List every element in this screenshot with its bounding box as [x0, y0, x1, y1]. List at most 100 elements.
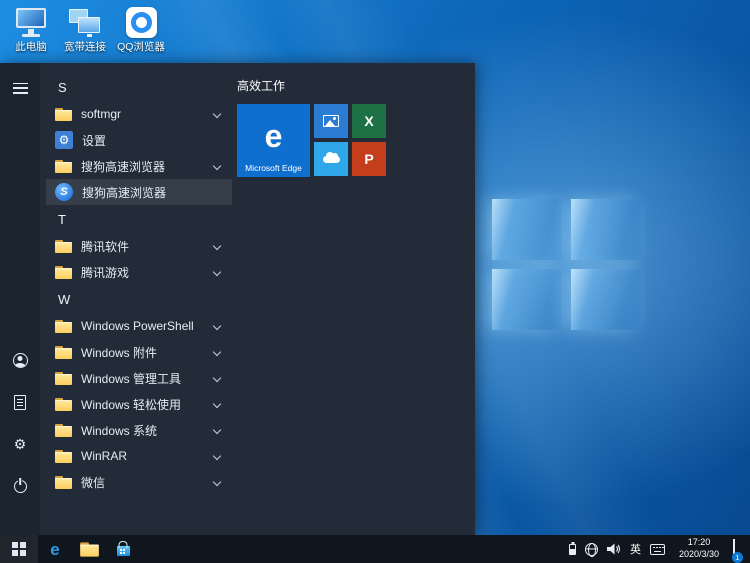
power-button[interactable]	[0, 475, 40, 497]
taskbar-edge-button[interactable]: e	[38, 535, 72, 563]
chevron-down-icon[interactable]	[213, 162, 221, 170]
desktop-icon-label: 宽带连接	[64, 41, 106, 53]
chevron-down-icon[interactable]	[213, 452, 221, 460]
app-row-windows-ease-of-access[interactable]: Windows 轻松使用	[46, 391, 232, 417]
app-row-windows-admin-tools[interactable]: Windows 管理工具	[46, 365, 232, 391]
windows-flag-icon	[12, 542, 26, 556]
app-section-header-t[interactable]: T	[46, 205, 232, 233]
powerpoint-p-icon: P	[364, 151, 373, 167]
sogou-browser-icon: S	[55, 183, 73, 201]
action-center-button[interactable]: 1	[733, 540, 735, 558]
app-row-windows-powershell[interactable]: Windows PowerShell	[46, 313, 232, 339]
battery-tray-button[interactable]	[569, 544, 576, 555]
tile-photos[interactable]	[314, 104, 348, 138]
settings-button[interactable]: ⚙	[0, 433, 40, 455]
network-globe-icon	[585, 543, 598, 556]
broadband-icon	[68, 9, 102, 38]
chevron-down-icon[interactable]	[213, 268, 221, 276]
tile-excel[interactable]: X	[352, 104, 386, 138]
network-tray-button[interactable]	[585, 543, 598, 556]
folder-icon	[55, 346, 72, 359]
edge-icon: e	[50, 541, 59, 558]
user-account-button[interactable]	[0, 349, 40, 371]
battery-icon	[569, 544, 576, 555]
chevron-down-icon[interactable]	[213, 400, 221, 408]
edge-logo-icon: e	[265, 120, 283, 152]
expand-menu-button[interactable]	[0, 77, 40, 99]
tile-onedrive[interactable]	[314, 142, 348, 176]
document-icon	[14, 395, 26, 410]
windows-logo-pane	[492, 269, 562, 330]
app-row-windows-accessories[interactable]: Windows 附件	[46, 339, 232, 365]
taskbar-store-button[interactable]	[106, 535, 140, 563]
notification-badge: 1	[732, 552, 743, 563]
desktop-icon-this-pc[interactable]: 此电脑	[4, 6, 58, 53]
folder-icon	[55, 450, 72, 463]
app-row-tencent-games[interactable]: 腾讯游戏	[46, 259, 232, 285]
folder-icon	[55, 108, 72, 121]
chevron-down-icon[interactable]	[213, 478, 221, 486]
date-text: 2020/3/30	[674, 549, 724, 561]
tile-microsoft-edge[interactable]: e Microsoft Edge	[237, 104, 310, 177]
gear-icon: ⚙	[14, 437, 27, 451]
chevron-down-icon[interactable]	[213, 374, 221, 382]
folder-icon	[55, 424, 72, 437]
app-row-winrar[interactable]: WinRAR	[46, 443, 232, 469]
folder-icon	[55, 266, 72, 279]
chevron-down-icon[interactable]	[213, 348, 221, 356]
desktop-icon-label: 此电脑	[15, 41, 47, 53]
taskbar: e 英 17:20 2020/3/30 1	[0, 535, 750, 563]
system-tray: 英 17:20 2020/3/30 1	[569, 535, 750, 563]
desktop-icon-broadband[interactable]: 宽带连接	[58, 6, 112, 53]
photo-icon	[323, 115, 339, 127]
folder-icon	[55, 476, 72, 489]
microsoft-store-icon	[117, 546, 130, 556]
desktop-icon-label: QQ浏览器	[117, 41, 165, 53]
speaker-icon	[607, 543, 621, 555]
touch-keyboard-button[interactable]	[650, 544, 665, 555]
tile-panel: 高效工作 e Microsoft Edge X P	[232, 63, 475, 535]
documents-button[interactable]	[0, 391, 40, 413]
app-row-tencent-software[interactable]: 腾讯软件	[46, 233, 232, 259]
file-explorer-icon	[80, 542, 99, 556]
folder-icon	[55, 398, 72, 411]
start-menu: ⚙ S softmgr ⚙ 设置 搜狗高速浏览器 S 搜狗高速浏览器	[0, 63, 475, 535]
small-tile-grid: X P	[314, 104, 386, 177]
chevron-down-icon[interactable]	[213, 322, 221, 330]
chevron-down-icon[interactable]	[213, 426, 221, 434]
app-row-settings[interactable]: ⚙ 设置	[46, 127, 232, 153]
excel-x-icon: X	[364, 113, 373, 129]
app-row-sogou-folder[interactable]: 搜狗高速浏览器	[46, 153, 232, 179]
power-icon	[14, 480, 27, 493]
folder-icon	[55, 160, 72, 173]
taskbar-clock[interactable]: 17:20 2020/3/30	[674, 537, 724, 560]
tile-group-title[interactable]: 高效工作	[237, 77, 475, 94]
app-section-header-s[interactable]: S	[46, 73, 232, 101]
start-menu-rail: ⚙	[0, 63, 40, 535]
chevron-down-icon[interactable]	[213, 242, 221, 250]
time-text: 17:20	[674, 537, 724, 549]
windows-logo-pane	[571, 269, 641, 330]
folder-icon	[55, 372, 72, 385]
this-pc-icon	[14, 7, 48, 38]
windows-logo-pane	[492, 199, 562, 260]
app-row-windows-system[interactable]: Windows 系统	[46, 417, 232, 443]
app-section-header-w[interactable]: W	[46, 285, 232, 313]
cloud-icon	[323, 156, 340, 163]
chevron-down-icon[interactable]	[213, 110, 221, 118]
volume-tray-button[interactable]	[607, 543, 621, 555]
folder-icon	[55, 320, 72, 333]
start-button[interactable]	[0, 535, 38, 563]
hamburger-icon	[13, 83, 28, 94]
desktop-icon-qq-browser[interactable]: QQ浏览器	[114, 6, 168, 53]
app-row-softmgr[interactable]: softmgr	[46, 101, 232, 127]
all-apps-list: S softmgr ⚙ 设置 搜狗高速浏览器 S 搜狗高速浏览器 T 腾讯软件	[40, 63, 232, 535]
keyboard-icon	[650, 544, 665, 555]
tile-powerpoint[interactable]: P	[352, 142, 386, 176]
user-icon	[13, 353, 28, 368]
app-row-sogou-browser[interactable]: S 搜狗高速浏览器	[46, 179, 232, 205]
tile-label: Microsoft Edge	[237, 163, 310, 173]
taskbar-file-explorer-button[interactable]	[72, 535, 106, 563]
app-row-wechat[interactable]: 微信	[46, 469, 232, 495]
ime-language-indicator[interactable]: 英	[630, 541, 641, 557]
